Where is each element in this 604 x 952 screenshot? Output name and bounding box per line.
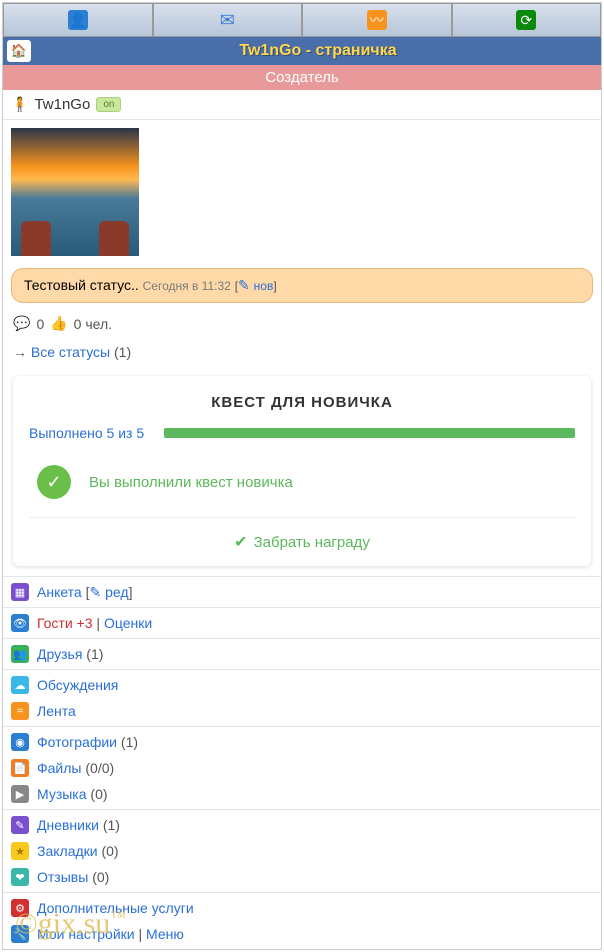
creator-bar: Создатель bbox=[3, 65, 601, 90]
photos-count: (1) bbox=[121, 734, 138, 750]
photos-icon: ◉ bbox=[11, 733, 29, 751]
bookmarks-count: (0) bbox=[101, 843, 118, 859]
files-link[interactable]: Файлы bbox=[37, 760, 81, 776]
diaries-icon: ✎ bbox=[11, 816, 29, 834]
profile-icon: 👤 bbox=[68, 10, 88, 30]
checkmark-icon: ✔ bbox=[234, 534, 247, 551]
discussions-icon: ☁ bbox=[11, 676, 29, 694]
reviews-link[interactable]: Отзывы bbox=[37, 869, 88, 885]
feed-icon: ≈ bbox=[11, 702, 29, 720]
diaries-count: (1) bbox=[103, 817, 120, 833]
nav-profile[interactable]: 👤 bbox=[3, 3, 153, 37]
discussions-link[interactable]: Обсуждения bbox=[37, 677, 118, 693]
friends-icon: 👥 bbox=[11, 645, 29, 663]
music-link[interactable]: Музыка bbox=[37, 786, 87, 802]
bookmarks-icon: ★ bbox=[11, 842, 29, 860]
title-bar: 🏠 Tw1nGo - страничка bbox=[3, 37, 601, 65]
extras-icon: ⚙ bbox=[11, 899, 29, 917]
status-time: Сегодня в 11:32 bbox=[143, 279, 231, 293]
diaries-link[interactable]: Дневники bbox=[37, 817, 99, 833]
extras-link[interactable]: Дополнительные услуги bbox=[37, 900, 194, 916]
all-statuses-count: (1) bbox=[114, 344, 131, 360]
status-bubble: Тестовый статус.. Сегодня в 11:32 [✎ нов… bbox=[11, 268, 593, 303]
like-icon: 👍 bbox=[50, 315, 67, 332]
bookmarks-link[interactable]: Закладки bbox=[37, 843, 98, 859]
user-name: Tw1nGo bbox=[34, 96, 90, 113]
quest-reward-button[interactable]: ✔Забрать награду bbox=[29, 517, 575, 566]
quest-card: КВЕСТ ДЛЯ НОВИЧКА Выполнено 5 из 5 ✓ Вы … bbox=[13, 376, 591, 566]
quest-progress-bar bbox=[164, 428, 575, 438]
home-button[interactable]: 🏠 bbox=[7, 40, 31, 62]
all-statuses-row: → Все статусы (1) bbox=[3, 340, 601, 370]
mail-icon: ✉ bbox=[217, 10, 237, 30]
settings-link[interactable]: Мои настройки bbox=[37, 926, 135, 942]
files-icon: 📄 bbox=[11, 759, 29, 777]
music-icon: ▶ bbox=[11, 785, 29, 803]
status-new-link[interactable]: нов bbox=[254, 279, 274, 293]
page-title: Tw1nGo - страничка bbox=[35, 42, 601, 60]
anketa-edit-link[interactable]: ред bbox=[105, 584, 128, 600]
music-count: (0) bbox=[90, 786, 107, 802]
reviews-count: (0) bbox=[92, 869, 109, 885]
pencil-icon: ✎ bbox=[238, 277, 254, 293]
guests-link[interactable]: Гости +3 bbox=[37, 615, 93, 631]
status-counts: 💬 0 👍 0 чел. bbox=[3, 307, 601, 340]
nav-rss[interactable]: 〰 bbox=[302, 3, 452, 37]
user-icon: 🧍 bbox=[11, 96, 28, 113]
all-statuses-link[interactable]: Все статусы bbox=[31, 344, 110, 360]
settings-icon: 🔧 bbox=[11, 925, 29, 943]
reviews-icon: ❤ bbox=[11, 868, 29, 886]
friends-count: (1) bbox=[86, 646, 103, 662]
comment-icon: 💬 bbox=[13, 315, 30, 332]
pencil-icon: ✎ bbox=[90, 584, 106, 600]
quest-title: КВЕСТ ДЛЯ НОВИЧКА bbox=[29, 390, 575, 425]
anketa-link[interactable]: Анкета bbox=[37, 584, 82, 600]
files-count: (0/0) bbox=[85, 760, 114, 776]
rss-icon: 〰 bbox=[367, 10, 387, 30]
ratings-link[interactable]: Оценки bbox=[104, 615, 152, 631]
photos-link[interactable]: Фотографии bbox=[37, 734, 117, 750]
comment-count: 0 bbox=[36, 316, 44, 332]
quest-message: Вы выполнили квест новичка bbox=[89, 474, 293, 491]
avatar[interactable] bbox=[11, 128, 139, 256]
avatar-area bbox=[3, 120, 601, 264]
anketa-icon: ▦ bbox=[11, 583, 29, 601]
top-nav: 👤 ✉ 〰 ⟳ bbox=[3, 3, 601, 37]
user-row: 🧍 Tw1nGo on bbox=[3, 90, 601, 120]
feed-link[interactable]: Лента bbox=[37, 703, 76, 719]
friends-link[interactable]: Друзья bbox=[37, 646, 82, 662]
check-icon: ✓ bbox=[37, 465, 71, 499]
home-icon: 🏠 bbox=[11, 43, 27, 59]
eye-icon: 👁 bbox=[11, 614, 29, 632]
people-count: 0 чел. bbox=[74, 316, 112, 332]
nav-refresh[interactable]: ⟳ bbox=[452, 3, 602, 37]
online-badge: on bbox=[96, 97, 121, 112]
quest-progress-text: Выполнено 5 из 5 bbox=[29, 425, 144, 441]
refresh-icon: ⟳ bbox=[516, 10, 536, 30]
status-text: Тестовый статус.. bbox=[24, 277, 139, 293]
nav-mail[interactable]: ✉ bbox=[153, 3, 303, 37]
menu-link[interactable]: Меню bbox=[146, 926, 184, 942]
